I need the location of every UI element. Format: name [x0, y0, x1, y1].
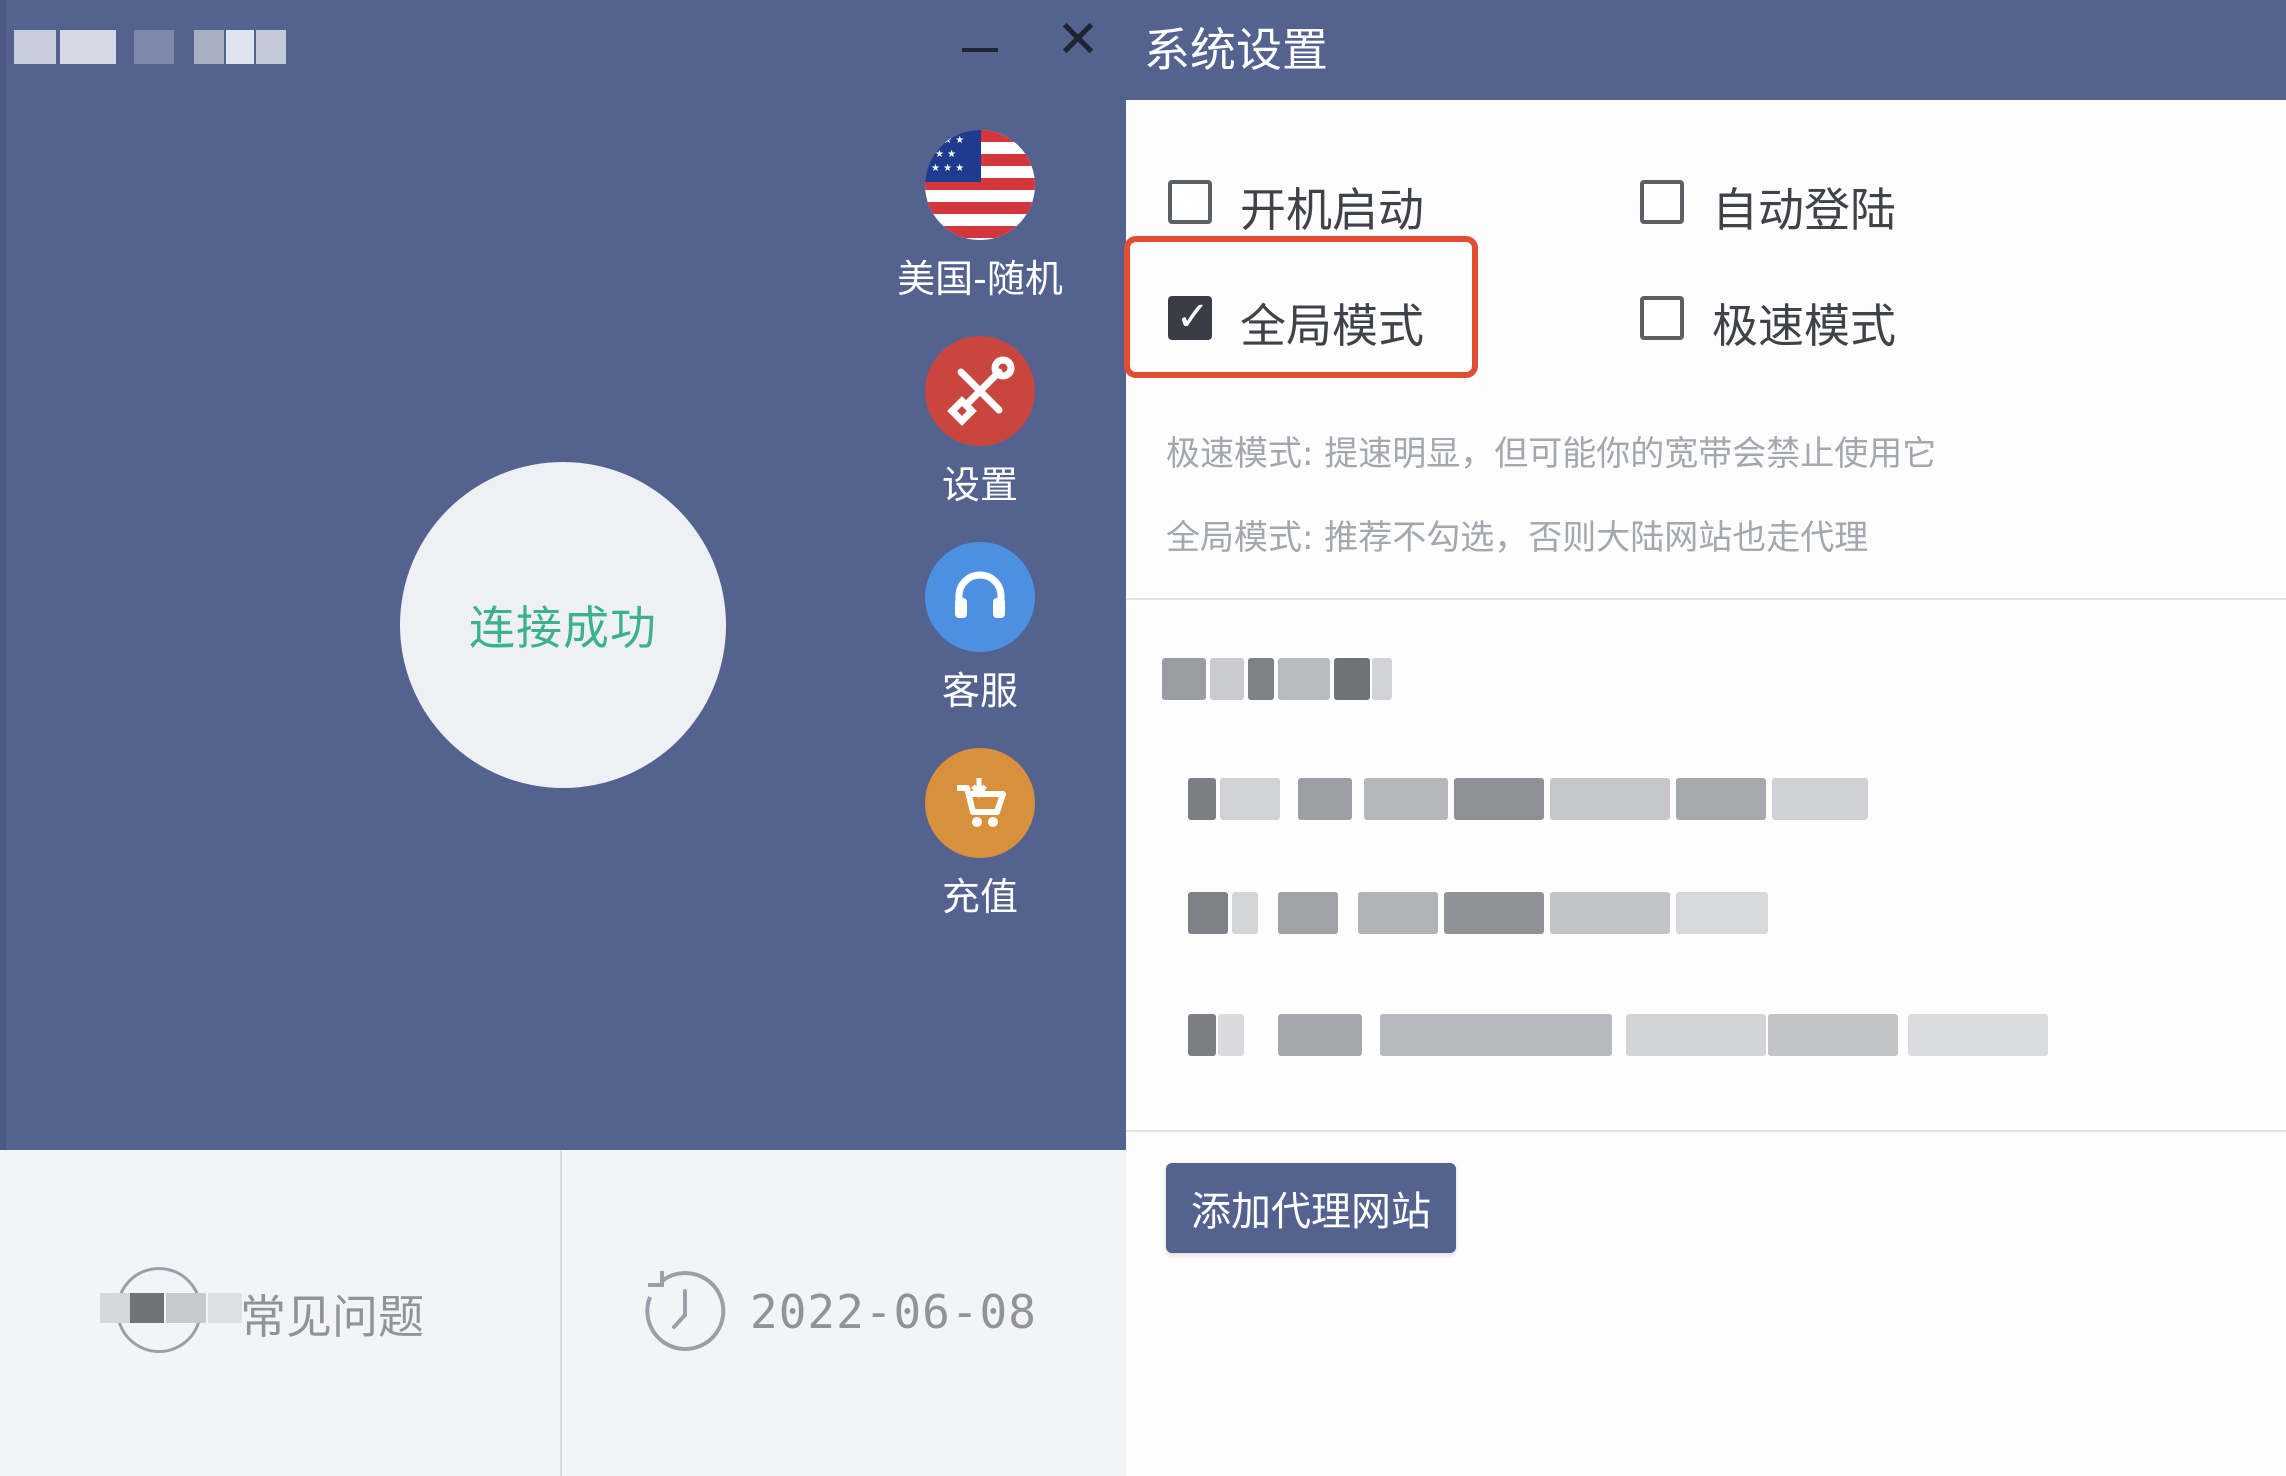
- app-window: ✕ 连接成功 ★ ★ ★ ★ ★ ★ ★ ★ 美国-随机 设置 客服 充值 常见…: [0, 0, 2286, 1476]
- add-proxy-site-button[interactable]: 添加代理网站: [1166, 1163, 1456, 1253]
- checkbox-box: [1640, 180, 1684, 224]
- checkbox-label: 自动登陆: [1712, 183, 1896, 237]
- checkbox-label: 开机启动: [1240, 183, 1424, 237]
- expiry-date: 2022-06-08: [750, 1285, 1037, 1339]
- footer-divider: [560, 1150, 562, 1476]
- side-item-settings[interactable]: 设置: [870, 336, 1090, 509]
- app-title-redacted: [14, 30, 286, 64]
- headset-icon: [925, 542, 1035, 652]
- side-item-label: 充值: [941, 875, 1018, 919]
- faq-redacted-prefix: [100, 1293, 250, 1323]
- checkbox-box: [1640, 296, 1684, 340]
- checkbox-box: [1168, 180, 1212, 224]
- tools-icon: [925, 336, 1035, 446]
- side-item-region[interactable]: ★ ★ ★ ★ ★ ★ ★ ★ 美国-随机: [870, 130, 1090, 303]
- settings-title: 系统设置: [1144, 23, 1328, 77]
- section-divider: [1126, 1130, 2286, 1132]
- notice-heading-redacted: [1162, 658, 1392, 700]
- checkbox-auto-login[interactable]: 自动登陆: [1640, 174, 1940, 237]
- notice-item-redacted: [1188, 1014, 2048, 1056]
- hint-global-mode: 全局模式: 推荐不勾选，否则大陆网站也走代理: [1166, 518, 1869, 558]
- panel-edge: [0, 0, 6, 1150]
- highlight-frame: [1124, 236, 1478, 378]
- clock-icon: [645, 1271, 726, 1351]
- side-item-recharge[interactable]: 充值: [870, 748, 1090, 921]
- checkbox-auto-start[interactable]: 开机启动: [1168, 174, 1468, 237]
- main-panel: ✕ 连接成功 ★ ★ ★ ★ ★ ★ ★ ★ 美国-随机 设置 客服 充值 常见…: [0, 0, 1126, 1476]
- checkbox-speed-mode[interactable]: 极速模式: [1640, 290, 1940, 353]
- notice-item-redacted: [1188, 892, 1768, 934]
- connection-area: ✕ 连接成功 ★ ★ ★ ★ ★ ★ ★ ★ 美国-随机 设置 客服 充值: [0, 0, 1126, 1150]
- side-item-label: 客服: [941, 669, 1018, 713]
- minimize-button[interactable]: [950, 28, 1010, 78]
- add-proxy-site-label: 添加代理网站: [1191, 1189, 1431, 1235]
- side-item-label: 美国-随机: [897, 257, 1063, 301]
- hint-speed-mode: 极速模式: 提速明显，但可能你的宽带会禁止使用它: [1166, 434, 1937, 474]
- us-flag-icon: ★ ★ ★ ★ ★ ★ ★ ★: [925, 130, 1035, 240]
- side-item-label: 设置: [941, 463, 1018, 507]
- settings-header: 系统设置: [1126, 0, 2286, 100]
- notice-item-redacted: [1188, 778, 1868, 820]
- cart-icon: [925, 748, 1035, 858]
- connect-status-label: 连接成功: [469, 601, 657, 655]
- section-divider: [1126, 598, 2286, 600]
- side-item-support[interactable]: 客服: [870, 542, 1090, 715]
- settings-panel: 系统设置 开机启动 自动登陆 全局模式 极速模式 极速模式: 提速明显，但可能你…: [1126, 0, 2286, 1476]
- close-icon: ✕: [1056, 10, 1100, 70]
- minimize-icon: [962, 48, 998, 52]
- connect-button[interactable]: 连接成功: [400, 462, 726, 788]
- close-button[interactable]: ✕: [1050, 12, 1106, 68]
- faq-label: 常见问题: [240, 1290, 424, 1344]
- checkbox-label: 极速模式: [1712, 299, 1896, 353]
